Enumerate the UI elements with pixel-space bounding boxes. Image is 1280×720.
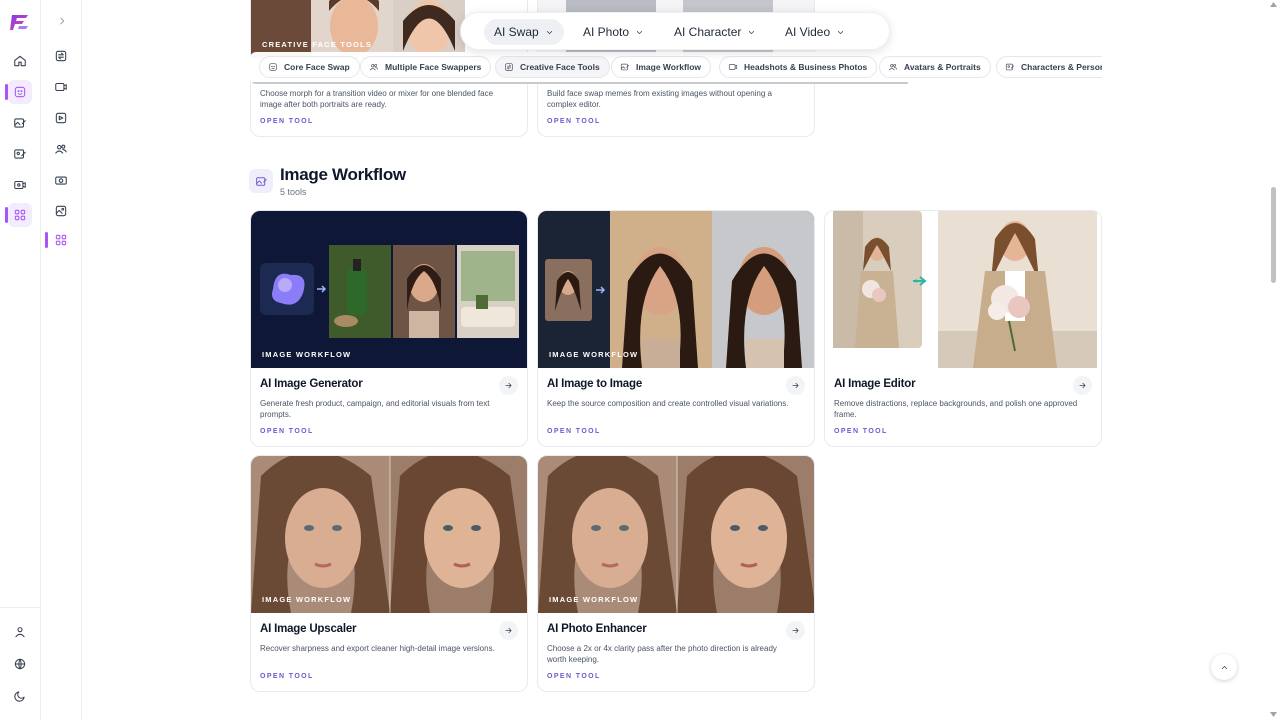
tool-card-image — [538, 211, 814, 368]
tool-card-ai-image-editor[interactable]: AI Image Editor Remove distractions, rep… — [824, 210, 1102, 447]
rail-divider — [0, 607, 41, 608]
tool-card-image — [251, 211, 527, 368]
card-badge: IMAGE WORKFLOW — [549, 595, 639, 604]
open-tool-link[interactable]: OPEN TOOL — [547, 118, 601, 125]
page-scrollbar[interactable] — [1271, 187, 1276, 283]
arrow-right-icon[interactable] — [499, 621, 518, 640]
apps-grid-icon[interactable] — [8, 203, 32, 227]
card-description: Recover sharpness and export cleaner hig… — [260, 644, 495, 653]
camera-icon[interactable] — [49, 168, 73, 192]
user-icon[interactable] — [8, 620, 32, 644]
category-tabs: Core Face Swap Multiple Face Swappers Cr… — [250, 52, 1102, 84]
open-tool-link[interactable]: OPEN TOOL — [547, 428, 601, 435]
arrow-right-icon[interactable] — [499, 376, 518, 395]
main-content: CREATIVE FACE TOOLS Choose morph for a t… — [82, 0, 1270, 720]
swap-tool-icon[interactable] — [49, 44, 73, 68]
section-tool-count: 5 tools — [280, 187, 307, 197]
globe-icon[interactable] — [8, 652, 32, 676]
chevron-down-icon — [636, 30, 643, 34]
image-edit-icon[interactable] — [8, 111, 32, 135]
tool-card-ai-photo-enhancer[interactable]: IMAGE WORKFLOW AI Photo Enhancer Choose … — [537, 455, 815, 692]
secondary-sidebar — [41, 0, 82, 720]
tab-headshots-business-photos[interactable]: Headshots & Business Photos — [719, 56, 878, 78]
nav-ai-character[interactable]: AI Character — [664, 19, 766, 45]
card-description: Choose a 2x or 4x clarity pass after the… — [547, 644, 777, 664]
open-tool-link[interactable]: OPEN TOOL — [547, 673, 601, 680]
users-icon — [888, 63, 898, 71]
chevron-up-icon — [1221, 665, 1227, 669]
card-description: Keep the source composition and create c… — [547, 399, 789, 408]
open-tool-link[interactable]: OPEN TOOL — [260, 118, 314, 125]
chevron-down-icon — [546, 30, 552, 34]
tabs-scrollbar[interactable] — [250, 82, 908, 84]
users-icon — [369, 63, 379, 71]
tool-card-ai-image-generator[interactable]: IMAGE WORKFLOW AI Image Generator Genera… — [250, 210, 528, 447]
card-badge: IMAGE WORKFLOW — [262, 350, 352, 359]
video-swap-icon[interactable] — [49, 75, 73, 99]
card-description: Build face swap memes from existing imag… — [547, 89, 772, 109]
top-nav: AI Swap AI Photo AI Character AI Video — [460, 12, 890, 50]
card-title: AI Image Editor — [834, 378, 916, 390]
face-swap-icon[interactable] — [8, 80, 32, 104]
video-icon[interactable] — [8, 173, 32, 197]
card-badge: IMAGE WORKFLOW — [549, 350, 639, 359]
chevron-down-icon — [838, 30, 844, 34]
card-description: Remove distractions, replace backgrounds… — [834, 399, 1078, 419]
tool-card-ai-image-upscaler[interactable]: IMAGE WORKFLOW AI Image Upscaler Recover… — [250, 455, 528, 692]
open-tool-link[interactable]: OPEN TOOL — [834, 428, 888, 435]
scroll-up-arrow-icon[interactable] — [1270, 2, 1277, 7]
back-to-top-button[interactable] — [1211, 654, 1237, 680]
image-edit-icon — [620, 63, 630, 71]
tab-creative-face-tools[interactable]: Creative Face Tools — [495, 56, 610, 78]
card-description: Choose morph for a transition video or m… — [260, 89, 494, 109]
dark-mode-icon[interactable] — [8, 684, 32, 708]
id-card-icon — [728, 64, 738, 70]
section-title: Image Workflow — [280, 165, 406, 184]
tab-multiple-face-swappers[interactable]: Multiple Face Swappers — [360, 56, 492, 78]
card-badge: CREATIVE FACE TOOLS — [262, 40, 373, 49]
tab-avatars-portraits[interactable]: Avatars & Portraits — [879, 56, 991, 78]
users-icon[interactable] — [49, 137, 73, 161]
character-icon — [1005, 63, 1015, 71]
scroll-down-arrow-icon[interactable] — [1270, 712, 1277, 717]
apps-grid-icon[interactable] — [49, 228, 73, 252]
face-icon — [269, 63, 277, 71]
nav-ai-swap[interactable]: AI Swap — [484, 19, 564, 45]
chevron-down-icon — [749, 30, 755, 34]
card-badge: IMAGE WORKFLOW — [262, 595, 352, 604]
tab-core-face-swap[interactable]: Core Face Swap — [259, 56, 360, 78]
chevron-right-icon[interactable] — [50, 9, 74, 33]
tool-card-image — [538, 456, 814, 613]
nav-ai-photo[interactable]: AI Photo — [573, 19, 654, 45]
primary-sidebar — [0, 0, 41, 720]
active-indicator — [45, 232, 48, 248]
card-title: AI Photo Enhancer — [547, 623, 647, 635]
card-title: AI Image to Image — [547, 378, 643, 390]
open-tool-link[interactable]: OPEN TOOL — [260, 673, 314, 680]
nav-ai-video[interactable]: AI Video — [775, 19, 855, 45]
app-logo[interactable] — [9, 11, 31, 33]
tool-card-ai-image-to-image[interactable]: IMAGE WORKFLOW AI Image to Image Keep th… — [537, 210, 815, 447]
home-icon[interactable] — [8, 49, 32, 73]
card-title: AI Image Generator — [260, 378, 363, 390]
card-title: AI Image Upscaler — [260, 623, 357, 635]
tab-image-workflow[interactable]: Image Workflow — [611, 56, 712, 78]
tool-card-image — [251, 456, 527, 613]
photo-edit-icon[interactable] — [8, 142, 32, 166]
gif-swap-icon[interactable] — [49, 106, 73, 130]
tab-characters-personas[interactable]: Characters & Persor — [996, 56, 1102, 78]
arrow-right-icon[interactable] — [786, 376, 805, 395]
arrow-right-icon[interactable] — [1073, 376, 1092, 395]
open-tool-link[interactable]: OPEN TOOL — [260, 428, 314, 435]
arrow-right-icon[interactable] — [786, 621, 805, 640]
image-icon[interactable] — [49, 199, 73, 223]
card-description: Generate fresh product, campaign, and ed… — [260, 399, 490, 419]
sparkle-icon — [505, 63, 513, 71]
image-workflow-icon — [249, 169, 273, 193]
tool-card-image — [825, 211, 1101, 368]
